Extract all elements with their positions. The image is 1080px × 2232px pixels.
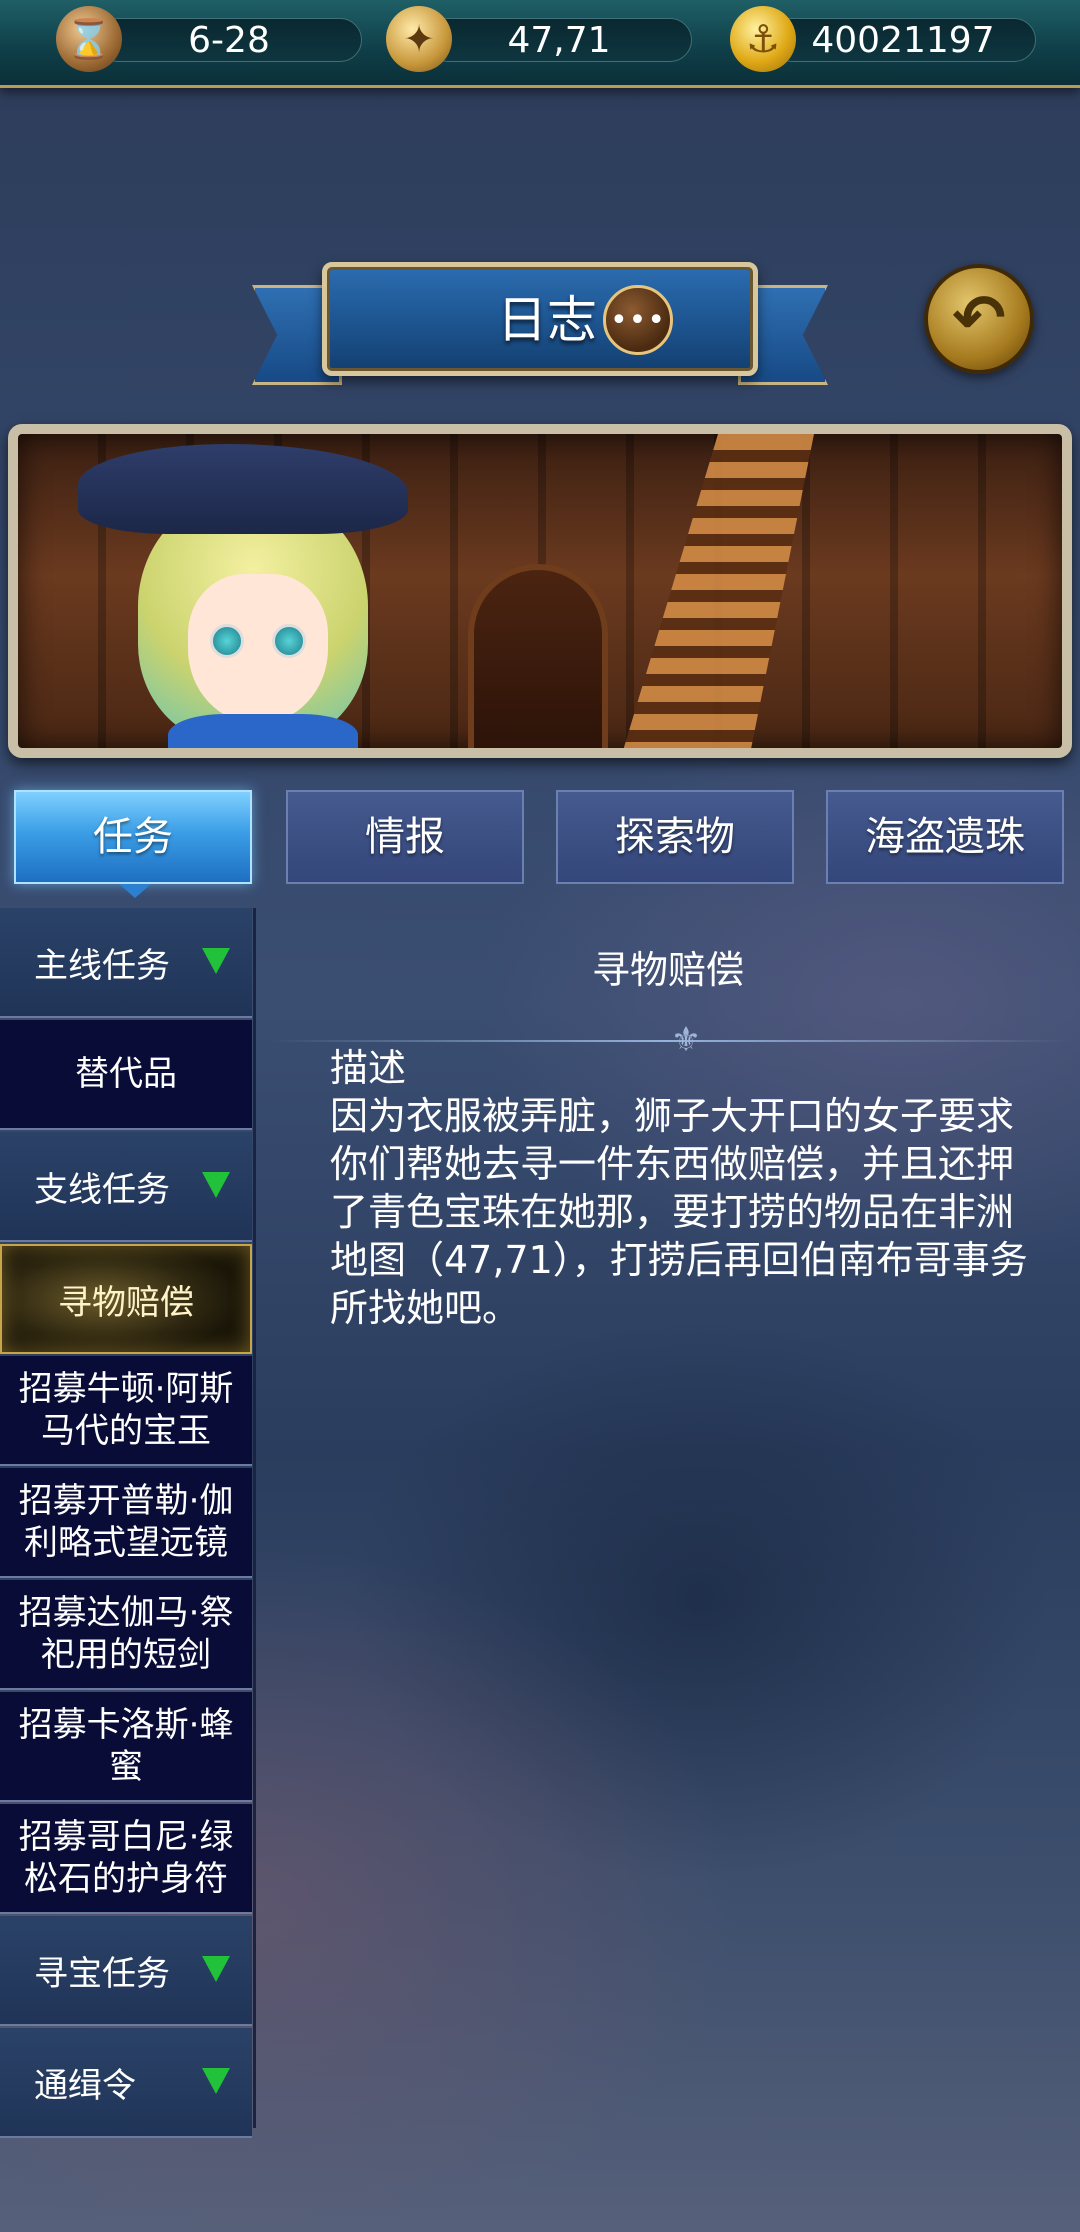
task-item-selected[interactable]: 寻物赔偿 [0, 1244, 252, 1354]
scene-door [468, 564, 608, 748]
hourglass-icon: ⌛ [56, 6, 122, 72]
task-item[interactable]: 招募卡洛斯·蜂蜜 [0, 1692, 252, 1802]
task-item[interactable]: 替代品 [0, 1020, 252, 1130]
category-wanted[interactable]: 通缉令 [0, 2028, 252, 2138]
character-eye-left [210, 624, 244, 658]
tab-pirate-relics[interactable]: 海盗遗珠 [826, 790, 1064, 884]
expand-arrow-icon [202, 2068, 230, 2094]
category-label: 通缉令 [34, 2065, 136, 2106]
task-list: 主线任务 替代品 支线任务 寻物赔偿 招募牛顿·阿斯马代的宝玉 招募开普勒·伽利… [0, 908, 256, 2138]
tab-tasks[interactable]: 任务 [14, 790, 252, 884]
category-label: 主线任务 [34, 945, 170, 986]
coordinates-resource: 47,71 ✦ [386, 6, 696, 72]
category-main-quests[interactable]: 主线任务 [0, 908, 252, 1018]
task-item[interactable]: 招募哥白尼·绿松石的护身符 [0, 1804, 252, 1914]
description-text: 因为衣服被弄脏，狮子大开口的女子要求你们帮她去寻一件东西做赔偿，并且还押了青色宝… [330, 1094, 1028, 1330]
task-label: 招募哥白尼·绿松石的护身符 [18, 1817, 234, 1899]
category-treasure-quests[interactable]: 寻宝任务 [0, 1916, 252, 2026]
back-button[interactable]: ↶ [924, 264, 1034, 374]
compass-icon: ✦ [386, 6, 452, 72]
active-tab-pointer [119, 884, 151, 898]
date-resource: 6-28 ⌛ [56, 6, 362, 72]
resource-bar: 6-28 ⌛ 47,71 ✦ 40021197 ⚓ [0, 0, 1080, 88]
expand-arrow-icon [202, 948, 230, 974]
task-item[interactable]: 招募牛顿·阿斯马代的宝玉 [0, 1356, 252, 1466]
character-hat [78, 444, 408, 534]
gold-coin-icon: ⚓ [730, 6, 796, 72]
task-item[interactable]: 招募达伽马·祭祀用的短剑 [0, 1580, 252, 1690]
tab-intel[interactable]: 情报 [286, 790, 524, 884]
task-label: 招募开普勒·伽利略式望远镜 [18, 1481, 234, 1563]
date-value: 6-28 [96, 18, 362, 62]
task-label: 招募牛顿·阿斯马代的宝玉 [18, 1369, 234, 1451]
gold-value: 40021197 [770, 18, 1036, 62]
task-label: 招募达伽马·祭祀用的短剑 [18, 1593, 234, 1675]
character-face [188, 574, 328, 724]
category-label: 寻宝任务 [34, 1953, 170, 1994]
character-robe [168, 714, 358, 748]
scene-staircase [622, 434, 814, 748]
task-label: 替代品 [75, 1054, 177, 1094]
task-label: 招募卡洛斯·蜂蜜 [18, 1705, 234, 1787]
scene-illustration [8, 424, 1072, 758]
task-detail-title: 寻物赔偿 [591, 948, 744, 992]
character-eye-right [272, 624, 306, 658]
coordinates-value: 47,71 [426, 18, 692, 62]
category-label: 支线任务 [34, 1169, 170, 1210]
category-side-quests[interactable]: 支线任务 [0, 1132, 252, 1242]
character-portrait [78, 444, 418, 748]
back-arrow-icon: ↶ [952, 282, 1006, 356]
chat-bubble-icon[interactable]: ••• [603, 285, 673, 355]
page-title: 日志 [497, 291, 597, 349]
title-banner: 日志 ••• [322, 262, 758, 376]
expand-arrow-icon [202, 1172, 230, 1198]
expand-arrow-icon [202, 1956, 230, 1982]
task-item[interactable]: 招募开普勒·伽利略式望远镜 [0, 1468, 252, 1578]
tab-explorations[interactable]: 探索物 [556, 790, 794, 884]
task-label: 寻物赔偿 [58, 1282, 194, 1323]
description-label: 描述 [330, 1046, 407, 1090]
divider-ornament-icon: ⚜ [670, 1020, 702, 1060]
gold-resource: 40021197 ⚓ [730, 6, 1040, 72]
